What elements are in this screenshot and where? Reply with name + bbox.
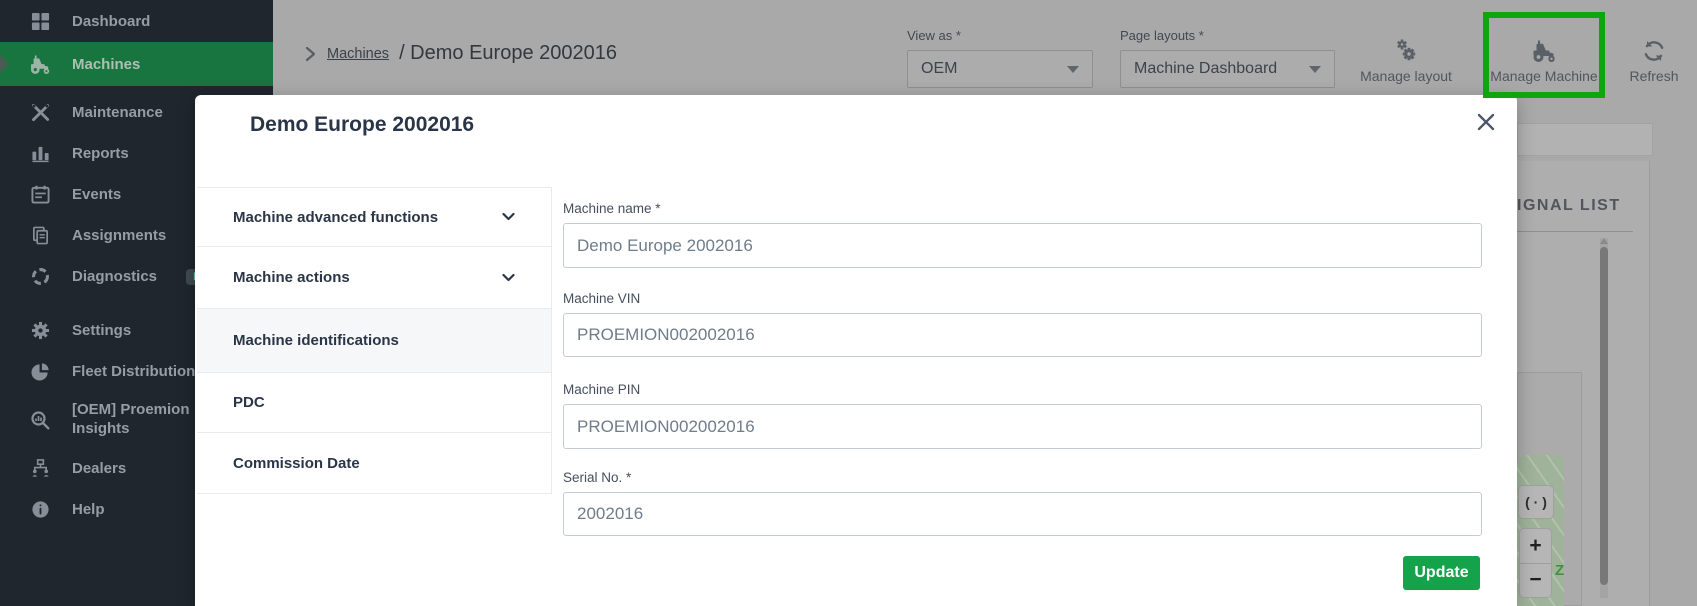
machine-vin-label: Machine VIN bbox=[563, 291, 1482, 306]
chevron-down-icon bbox=[502, 209, 515, 226]
sidebar-item-label: Fleet Distribution bbox=[72, 363, 195, 380]
tools-icon bbox=[28, 103, 52, 122]
chevron-right-icon bbox=[305, 46, 317, 62]
breadcrumb: Machines / Demo Europe 2002016 bbox=[305, 42, 617, 65]
breadcrumb-current: / Demo Europe 2002016 bbox=[399, 42, 617, 65]
scrollbar-thumb[interactable] bbox=[1600, 247, 1608, 585]
caret-down-icon bbox=[1067, 66, 1079, 73]
sidebar-item-label: Assignments bbox=[72, 227, 166, 244]
gear-icon bbox=[28, 321, 52, 340]
menu-item-commission-date[interactable]: Commission Date bbox=[197, 432, 551, 494]
sidebar-item-label: Dealers bbox=[72, 460, 126, 477]
serial-no-input[interactable] bbox=[563, 492, 1482, 536]
page-layouts-select[interactable]: Machine Dashboard bbox=[1120, 50, 1335, 88]
bar-chart-icon bbox=[28, 144, 52, 163]
manage-layout-button[interactable]: Manage layout bbox=[1352, 38, 1460, 84]
diagnostics-icon bbox=[28, 267, 52, 286]
page-layouts-value: Machine Dashboard bbox=[1134, 60, 1277, 78]
view-as-select[interactable]: OEM bbox=[907, 50, 1093, 88]
serial-no-label: Serial No. * bbox=[563, 470, 1482, 485]
active-item-marker bbox=[0, 55, 9, 73]
update-button[interactable]: Update bbox=[1403, 556, 1480, 590]
sidebar-item-label: Machines bbox=[72, 56, 140, 73]
refresh-button[interactable]: Refresh bbox=[1626, 38, 1682, 84]
background-tab-bar bbox=[1517, 123, 1653, 156]
signal-list-heading: IGNAL LIST bbox=[1517, 197, 1621, 215]
manage-machine-label: Manage Machine bbox=[1490, 68, 1597, 84]
sidebar-item-label: Settings bbox=[72, 322, 131, 339]
manage-layout-label: Manage layout bbox=[1360, 68, 1452, 84]
machine-pin-input[interactable] bbox=[563, 404, 1482, 449]
page-layouts-label: Page layouts * bbox=[1120, 28, 1335, 43]
caret-down-icon bbox=[1309, 66, 1321, 73]
manage-machine-button[interactable]: Manage Machine bbox=[1487, 38, 1601, 84]
sidebar-item-label: Maintenance bbox=[72, 104, 163, 121]
divider bbox=[1517, 231, 1633, 232]
machine-pin-label: Machine PIN bbox=[563, 382, 1482, 397]
refresh-label: Refresh bbox=[1629, 68, 1678, 84]
menu-item-label: PDC bbox=[233, 394, 265, 411]
sidebar-item-dashboard[interactable]: Dashboard bbox=[0, 0, 273, 42]
dealers-hierarchy-icon bbox=[28, 459, 52, 478]
machine-vin-input[interactable] bbox=[563, 313, 1482, 357]
map-zoom-out-button[interactable]: − bbox=[1520, 564, 1551, 598]
refresh-icon bbox=[1641, 38, 1667, 64]
app-screen: IGNAL LIST ( · ) + − Z Machines / Demo E… bbox=[0, 0, 1697, 606]
sidebar-item-label: [OEM] Proemion Insights bbox=[72, 401, 190, 439]
sidebar-item-label: Dashboard bbox=[72, 13, 150, 30]
map-zoom-control: + − bbox=[1520, 529, 1551, 597]
tractor-icon bbox=[1530, 38, 1558, 64]
breadcrumb-machines-link[interactable]: Machines bbox=[327, 46, 389, 62]
map-zoom-in-button[interactable]: + bbox=[1520, 529, 1551, 564]
machine-pin-field-group: Machine PIN bbox=[563, 382, 1482, 449]
menu-item-label: Machine advanced functions bbox=[233, 209, 438, 226]
menu-item-machine-advanced-functions[interactable]: Machine advanced functions bbox=[197, 187, 551, 246]
sidebar-item-machines[interactable]: Machines bbox=[0, 42, 273, 86]
page-layouts-group: Page layouts * Machine Dashboard bbox=[1120, 28, 1335, 88]
menu-item-label: Machine identifications bbox=[233, 332, 399, 349]
machine-name-label: Machine name * bbox=[563, 201, 1482, 216]
map-locate-button[interactable]: ( · ) bbox=[1519, 486, 1553, 518]
info-icon bbox=[28, 500, 52, 519]
menu-item-machine-actions[interactable]: Machine actions bbox=[197, 246, 551, 308]
view-as-label: View as * bbox=[907, 28, 1093, 43]
sidebar-item-label: Diagnostics bbox=[72, 268, 157, 285]
gears-icon bbox=[1393, 38, 1419, 64]
modal-title: Demo Europe 2002016 bbox=[250, 113, 474, 137]
menu-item-pdc[interactable]: PDC bbox=[197, 372, 551, 432]
machine-edit-modal: Demo Europe 2002016 Machine advanced fun… bbox=[195, 95, 1517, 606]
dashboard-grid-icon bbox=[28, 12, 52, 31]
modal-menu: Machine advanced functions Machine actio… bbox=[197, 187, 552, 494]
documents-icon bbox=[28, 226, 52, 245]
serial-no-field-group: Serial No. * bbox=[563, 470, 1482, 536]
menu-item-label: Commission Date bbox=[233, 455, 360, 472]
pie-chart-icon bbox=[28, 362, 52, 381]
tractor-icon bbox=[28, 53, 52, 76]
sidebar-item-label: Events bbox=[72, 186, 121, 203]
menu-item-label: Machine actions bbox=[233, 269, 350, 286]
scrollbar-up-icon[interactable] bbox=[1600, 238, 1608, 244]
insights-magnifier-icon bbox=[28, 410, 52, 430]
sidebar-item-label: Reports bbox=[72, 145, 129, 162]
chevron-down-icon bbox=[502, 269, 515, 286]
map-label: Z bbox=[1555, 562, 1564, 579]
sidebar-item-label: Help bbox=[72, 501, 105, 518]
view-as-group: View as * OEM bbox=[907, 28, 1093, 88]
menu-item-machine-identifications[interactable]: Machine identifications bbox=[197, 308, 551, 372]
machine-name-input[interactable] bbox=[563, 223, 1482, 268]
calendar-icon bbox=[28, 185, 52, 204]
close-icon bbox=[1477, 113, 1495, 131]
view-as-value: OEM bbox=[921, 60, 957, 78]
close-button[interactable] bbox=[1473, 109, 1499, 135]
machine-name-field-group: Machine name * bbox=[563, 201, 1482, 268]
machine-vin-field-group: Machine VIN bbox=[563, 291, 1482, 357]
